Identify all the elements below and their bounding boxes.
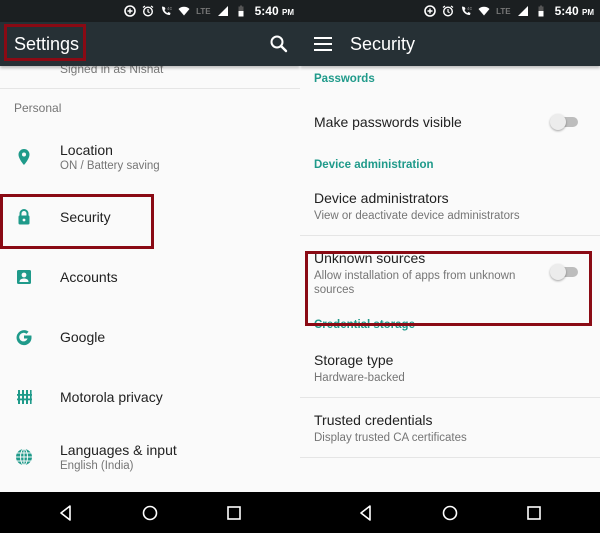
clock: 5:40 PM [255,4,294,18]
section-header-device-administration: Device administration [314,159,434,171]
status-bar: 4G LTE 5:40 PM [300,0,600,22]
item-title: Make passwords visible [314,114,462,130]
item-title: Security [60,209,111,225]
clock-ampm: PM [282,8,294,17]
item-title: Storage type [314,352,394,368]
item-title: Trusted credentials [314,412,433,428]
back-icon[interactable] [57,504,75,522]
motorola-privacy-icon [17,390,32,404]
item-summary: Hardware-backed [314,372,405,384]
settings-item-location[interactable]: Location ON / Battery saving [0,127,300,187]
battery-icon [538,5,544,17]
setting-unknown-sources[interactable]: Unknown sources Allow installation of ap… [300,236,600,312]
clock-time: 5:40 [554,4,579,18]
security-list: Passwords Make passwords visible Device … [300,66,600,492]
settings-item-languages-input[interactable]: Languages & input English (India) [0,427,300,487]
setting-storage-type[interactable]: Storage type Hardware-backed [300,338,600,398]
account-summary: Signed in as Nishat [60,66,164,76]
item-summary: English (India) [60,460,134,472]
home-icon[interactable] [141,504,159,522]
app-bar: Security [300,22,600,66]
hamburger-menu-icon[interactable] [314,37,332,51]
settings-item-security[interactable]: Security [0,187,300,247]
data-saver-icon [424,5,436,17]
security-screen: 4G LTE 5:40 PM Security Passwords Make p… [300,0,600,533]
home-icon[interactable] [441,504,459,522]
google-g-icon [16,330,32,346]
signal-icon [217,6,228,16]
item-summary: ON / Battery saving [60,160,160,172]
account-box-icon [17,270,31,284]
volte-call-icon: 4G [162,6,172,15]
clock-time: 5:40 [254,4,279,18]
back-icon[interactable] [357,504,375,522]
lock-icon [18,209,30,225]
item-title: Accounts [60,269,118,285]
navigation-bar [300,492,600,533]
battery-icon [238,5,244,17]
globe-icon [16,448,32,466]
alarm-icon [442,5,454,17]
clock-ampm: PM [582,8,594,17]
call-badge: 4G [167,6,172,11]
account-row[interactable]: Signed in as Nishat [0,66,300,89]
call-badge: 4G [467,6,472,11]
settings-screen: 4G LTE 5:40 PM Settings Signed in as Nis… [0,0,300,533]
item-title: Location [60,142,113,158]
section-header-credential-storage: Credential storage [314,319,415,331]
wifi-icon [478,6,490,16]
recents-icon[interactable] [525,504,543,522]
clock: 5:40 PM [555,4,594,18]
page-title: Security [350,33,416,54]
wifi-icon [178,6,190,16]
item-summary: Allow installation of apps from unknown … [314,270,516,296]
volte-call-icon: 4G [462,6,472,15]
app-bar: Settings [0,22,300,66]
data-saver-icon [124,5,136,17]
setting-make-passwords-visible[interactable]: Make passwords visible [300,92,600,152]
settings-item-google[interactable]: Google [0,307,300,367]
item-summary: Display trusted CA certificates [314,432,467,444]
recents-icon[interactable] [225,504,243,522]
setting-trusted-credentials[interactable]: Trusted credentials Display trusted CA c… [300,398,600,458]
settings-item-motorola-privacy[interactable]: Motorola privacy [0,367,300,427]
category-personal: Personal [14,101,62,115]
settings-item-accounts[interactable]: Accounts [0,247,300,307]
lte-signal-icon: LTE [196,6,211,16]
settings-list: Signed in as Nishat Personal Location ON… [0,66,300,492]
item-summary: View or deactivate device administrators [314,210,520,222]
item-title: Motorola privacy [60,389,163,405]
lte-signal-icon: LTE [496,6,511,16]
signal-icon [517,6,528,16]
item-title: Google [60,329,106,345]
section-header-passwords: Passwords [314,73,375,85]
unknown-sources-toggle[interactable] [550,264,578,280]
page-title: Settings [14,33,80,54]
location-pin-icon [18,149,30,165]
alarm-icon [142,5,154,17]
search-icon[interactable] [268,33,290,55]
status-bar: 4G LTE 5:40 PM [0,0,300,22]
make-passwords-visible-toggle[interactable] [550,114,578,130]
setting-device-administrators[interactable]: Device administrators View or deactivate… [300,178,600,236]
item-title: Languages & input [60,442,177,458]
navigation-bar [0,492,300,533]
item-title: Device administrators [314,190,449,206]
